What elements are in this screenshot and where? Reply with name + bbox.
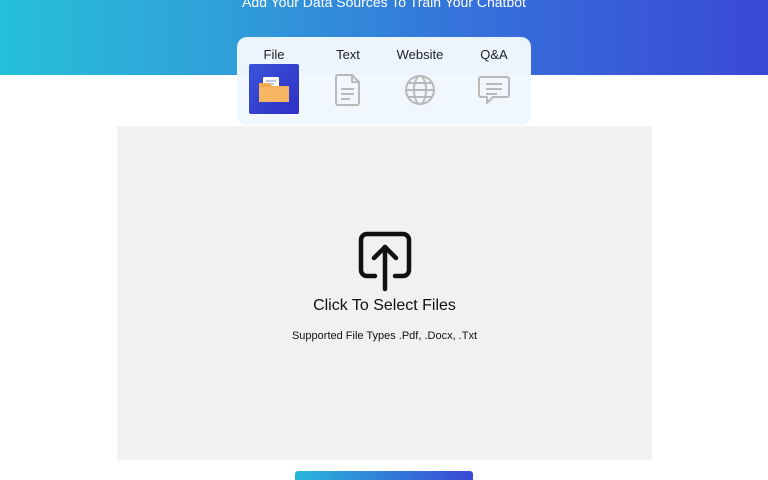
tab-qa-label: Q&A	[480, 47, 508, 62]
tab-file-label: File	[263, 47, 285, 62]
tab-website[interactable]: Website	[383, 37, 457, 125]
tab-file[interactable]: File	[237, 37, 311, 125]
dropzone-title: Click To Select Files	[313, 297, 456, 314]
document-icon	[335, 74, 360, 106]
page: Add Your Data Sources To Train Your Chat…	[0, 0, 768, 480]
source-tabs: File Text Website Q&A	[237, 37, 531, 125]
submit-button[interactable]	[295, 471, 473, 480]
folder-icon	[259, 77, 289, 102]
tab-qa[interactable]: Q&A	[457, 37, 531, 125]
tab-qa-icon-box	[469, 64, 519, 114]
hero-subtitle: Add Your Data Sources To Train Your Chat…	[242, 0, 526, 10]
chat-icon	[478, 76, 510, 104]
tab-text-icon-box	[323, 64, 373, 114]
tab-text-label: Text	[336, 47, 360, 62]
globe-icon	[405, 75, 435, 105]
tab-website-icon-box	[395, 64, 445, 114]
tab-text[interactable]: Text	[311, 37, 385, 125]
tab-website-label: Website	[396, 47, 444, 62]
tab-file-icon-box	[249, 64, 299, 114]
dropzone-supported-types: Supported File Types .Pdf, .Docx, .Txt	[291, 330, 478, 342]
upload-icon	[358, 231, 412, 292]
file-dropzone[interactable]: Click To Select Files Supported File Typ…	[117, 126, 652, 460]
